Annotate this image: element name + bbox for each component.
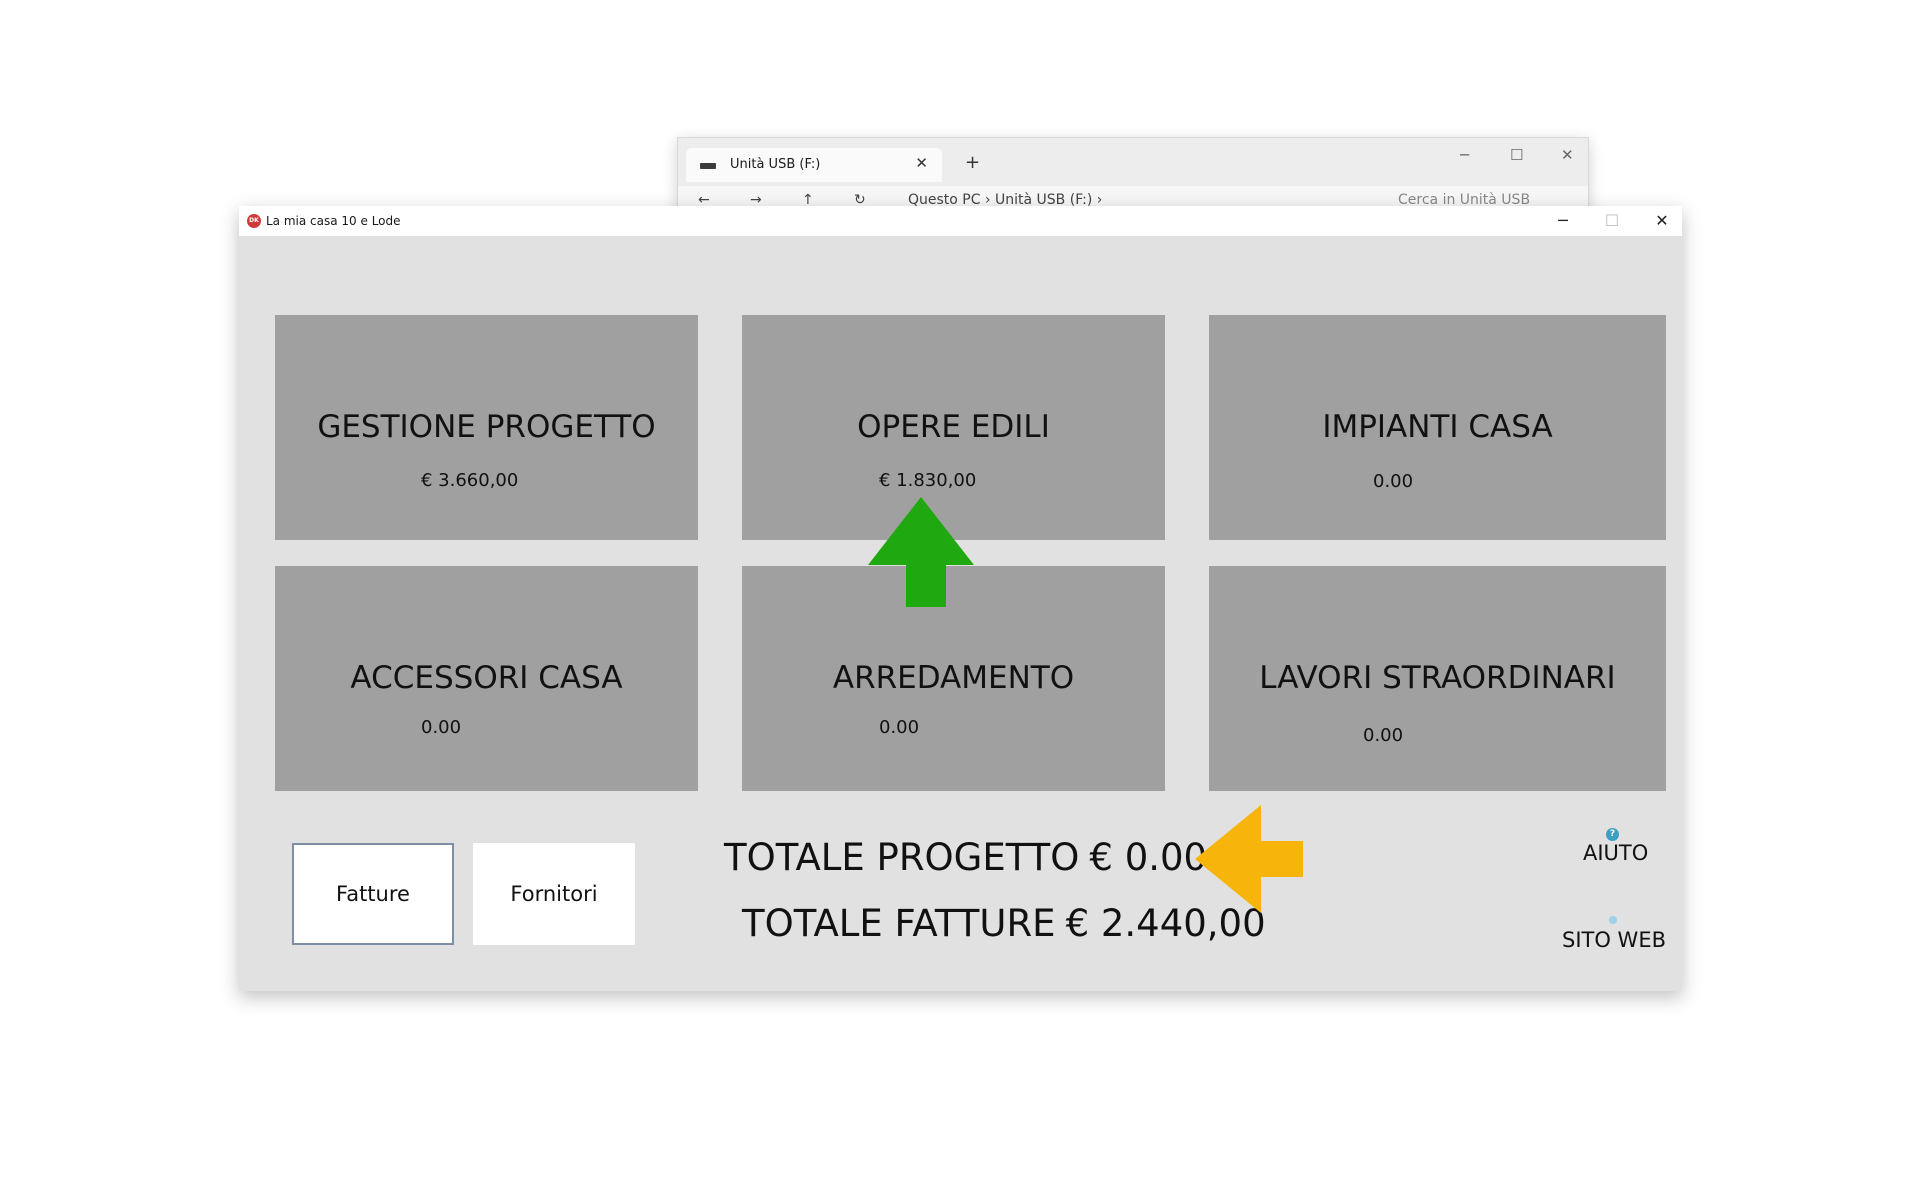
close-tab-icon[interactable]: ✕ xyxy=(915,154,928,172)
orange-arrow-shape xyxy=(1195,805,1303,913)
usb-drive-icon xyxy=(700,163,716,169)
tile-value: 0.00 xyxy=(1373,471,1414,492)
tile-value: 0.00 xyxy=(1363,725,1404,746)
app-logo-icon: DK xyxy=(247,214,261,228)
tile-gestione-progetto[interactable]: GESTIONE PROGETTO € 3.660,00 xyxy=(275,315,698,540)
green-up-arrow-icon xyxy=(868,497,974,607)
tile-accessori-casa[interactable]: ACCESSORI CASA 0.00 xyxy=(275,566,698,791)
tile-lavori-straordinari[interactable]: LAVORI STRAORDINARI 0.00 xyxy=(1209,566,1666,791)
aiuto-link[interactable]: AIUTO xyxy=(1583,841,1648,865)
explorer-minimize-button[interactable]: ─ xyxy=(1460,146,1469,164)
fatture-button[interactable]: Fatture xyxy=(292,843,454,945)
explorer-close-button[interactable]: ✕ xyxy=(1561,146,1574,164)
new-tab-button[interactable]: + xyxy=(965,152,980,173)
app-titlebar: DK La mia casa 10 e Lode ─ ☐ ✕ xyxy=(239,206,1682,236)
tile-value: 0.00 xyxy=(879,717,920,738)
tile-impianti-casa[interactable]: IMPIANTI CASA 0.00 xyxy=(1209,315,1666,540)
minimize-button[interactable]: ─ xyxy=(1540,206,1586,236)
totale-fatture-label: TOTALE FATTURE xyxy=(742,902,1056,945)
orange-left-arrow-icon xyxy=(1195,805,1303,913)
explorer-tab[interactable]: Unità USB (F:) ✕ xyxy=(686,148,942,182)
tile-title: ARREDAMENTO xyxy=(832,660,1075,696)
tile-title: IMPIANTI CASA xyxy=(1322,409,1553,445)
tile-value: € 1.830,00 xyxy=(879,470,977,491)
explorer-tab-label: Unità USB (F:) xyxy=(730,157,821,172)
tile-title: ACCESSORI CASA xyxy=(350,660,623,696)
app-title: La mia casa 10 e Lode xyxy=(266,214,401,228)
tile-title: OPERE EDILI xyxy=(857,409,1050,445)
tile-value: € 3.660,00 xyxy=(421,470,519,491)
tile-title: LAVORI STRAORDINARI xyxy=(1259,660,1616,696)
close-button[interactable]: ✕ xyxy=(1639,206,1685,236)
tile-title: GESTIONE PROGETTO xyxy=(317,409,656,445)
green-arrow-shape xyxy=(868,497,974,607)
totale-progetto-value: € 0.00 xyxy=(1089,836,1208,879)
explorer-maximize-button[interactable]: ☐ xyxy=(1510,146,1523,164)
globe-icon[interactable] xyxy=(1609,916,1617,924)
tile-value: 0.00 xyxy=(421,717,462,738)
totale-progetto: TOTALE PROGETTO € 0.00 xyxy=(724,836,1217,879)
sito-web-link[interactable]: SITO WEB xyxy=(1562,928,1666,952)
totale-progetto-label: TOTALE PROGETTO xyxy=(724,836,1080,879)
help-icon[interactable]: ? xyxy=(1606,828,1619,841)
maximize-button: ☐ xyxy=(1604,211,1620,230)
fornitori-button[interactable]: Fornitori xyxy=(473,843,635,945)
